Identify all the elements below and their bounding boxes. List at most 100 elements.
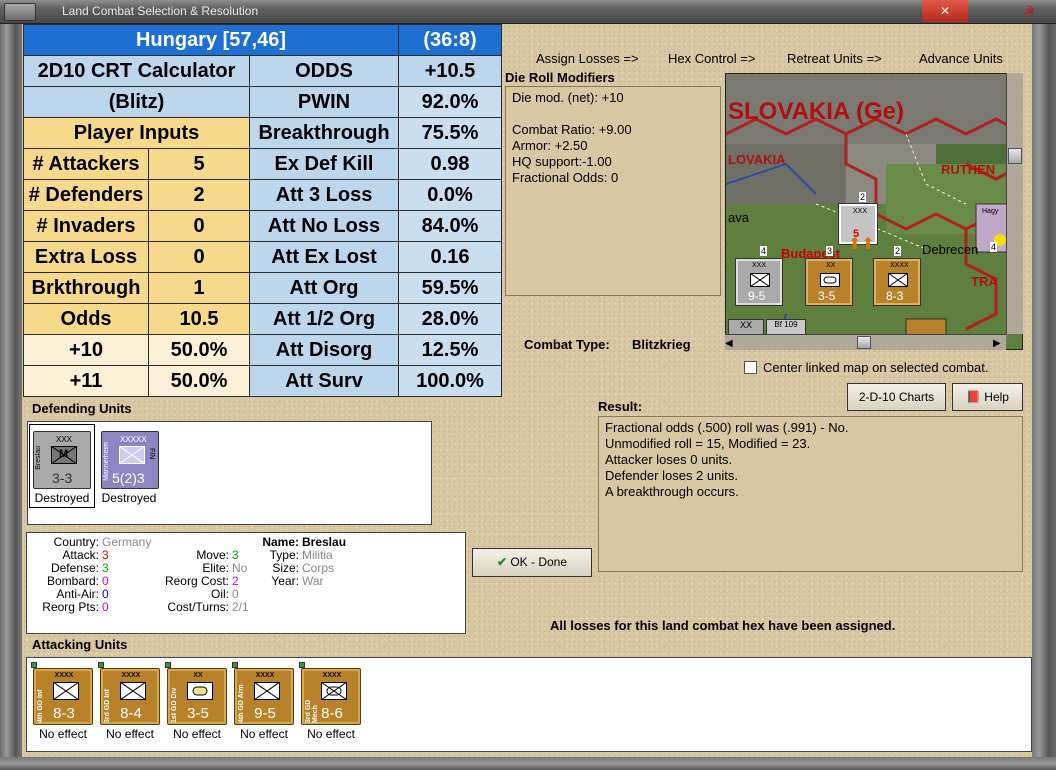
defending-unit-counter[interactable]: XXXXX Mannerheim FIN 5(2)3 [101,431,159,489]
unit-value-label: 8-6 [321,705,343,722]
map-unit-counter[interactable]: XX 3-5 [805,258,853,306]
input-value[interactable]: 2 [148,179,250,211]
map-unit-counter[interactable]: XXX 9-5 [735,258,783,306]
ok-done-label: OK - Done [510,555,568,569]
infantry-icon [254,682,280,700]
country-value: Germany [102,535,152,549]
infantry-icon [53,682,79,700]
close-button[interactable]: ✕ [922,0,968,22]
faction-icon: ☭ [1022,3,1035,19]
unit-status: No effect [307,727,355,741]
unit-name-label: Breslau [35,446,42,470]
calculator-subtitle: (Blitz) [23,86,250,118]
unit-size-label: XXXX [255,672,275,679]
unit-size-label: XXX [56,435,73,444]
die-roll-title: Die Roll Modifiers [505,70,615,85]
center-linked-map-label: Center linked map on selected combat. [763,360,989,375]
unit-status-indicator [165,662,171,668]
unit-size-label: XXXX [890,262,909,269]
charts-button-label: 2-D-10 Charts [858,390,935,404]
crt-calculator-table: Hungary [57,46] (36:8) 2D10 CRT Calculat… [23,24,502,397]
attacking-unit-counter[interactable]: XXXX 4th GD Arm 9-5 [232,662,294,725]
result-label: Att 3 Loss [249,179,399,211]
infantry-icon [119,446,145,464]
result-value: 0.98 [398,148,502,180]
input-value[interactable]: 0 [148,241,250,273]
die-roll-line: HQ support:-1.00 [512,154,612,169]
result-title: Result: [598,399,643,414]
calculator-title: 2D10 CRT Calculator [23,55,250,87]
unit-status-indicator [232,662,238,668]
map-horizontal-scrollbar[interactable]: ◀ ▶ [725,334,1006,350]
system-menu-button[interactable] [4,3,36,21]
result-line: Attacker loses 0 units. [605,452,733,467]
attacking-unit-counter[interactable]: XXXX 4th GD Inf 8-3 [31,662,93,725]
center-linked-map-checkbox[interactable] [744,361,757,374]
linked-map[interactable]: SLOVAKIA (Ge) LOVAKIA RUTHEN ava Budapes… [725,73,1023,350]
retreat-units-step[interactable]: Retreat Units => [787,51,882,66]
input-label: Extra Loss [23,241,149,273]
result-line: Fractional odds (.500) roll was (.991) -… [605,420,849,435]
result-label: Att Disorg [249,334,399,366]
window-title: Land Combat Selection & Resolution [62,4,259,18]
stack-count: 4 [990,242,998,252]
advance-units-step[interactable]: Advance Units [919,51,1003,66]
hex-coords: (36:8) [398,24,502,56]
attacking-unit-counter[interactable]: XX 1st GD Div 3-5 [165,662,227,725]
charts-button[interactable]: 2-D-10 Charts [847,383,946,411]
result-value: 75.5% [398,117,502,149]
map-vertical-scrollbar[interactable] [1006,73,1023,334]
input-label: # Attackers [23,148,149,180]
stack-count: 2 [894,246,902,256]
odds-row-value: 50.0% [148,334,250,366]
map-label: ava [728,210,749,225]
scroll-right-icon[interactable]: ▶ [993,338,1001,349]
player-inputs-header: Player Inputs [23,117,250,149]
window-frame-left [0,24,22,770]
unit-status-indicator [299,662,305,668]
result-line: Unmodified roll = 15, Modified = 23. [605,436,811,451]
unit-size-label: XXXXX [120,435,147,444]
map-label: Hagy [982,208,999,215]
unit-name-label: Mannerheim [103,442,110,481]
map-horizontal-scroll-thumb[interactable] [857,336,871,349]
attacking-unit-counter[interactable]: XXXX 3rd GD Inf 8-4 [98,662,160,725]
result-label: Att Org [249,272,399,304]
hex-control-step[interactable]: Hex Control => [668,51,755,66]
unit-status: Destroyed [34,491,90,505]
unit-size-label: XX [193,672,203,679]
unit-size-label: XXX [853,208,868,215]
die-roll-line: Armor: +2.50 [512,138,588,153]
odds-row-label: +11 [23,365,149,397]
input-value[interactable]: 1 [148,272,250,304]
ok-done-button[interactable]: ✔ OK - Done [472,548,592,577]
infantry-icon [750,273,770,287]
input-label: Odds [23,303,149,335]
map-vertical-scroll-thumb[interactable] [1008,148,1022,164]
result-label: Att Surv [249,365,399,397]
result-label: ODDS [249,55,399,87]
input-label: # Defenders [23,179,149,211]
infantry-icon [888,273,908,287]
result-label: Att 1/2 Org [249,303,399,335]
assign-losses-step[interactable]: Assign Losses => [536,51,639,66]
reorg-points-value: 0 [102,600,109,614]
unit-value-label: 3-5 [818,289,836,303]
unit-status: No effect [106,727,154,741]
combat-type-value: Blitzkrieg [632,337,691,352]
map-unit-counter[interactable]: XXXX 8-3 [873,258,921,306]
result-label: Breakthrough [249,117,399,149]
defending-unit-counter[interactable]: XXX Breslau M 3-3 [33,431,91,489]
attacking-unit-counter[interactable]: XXXX 3rd GD Mech 8-6 [299,662,361,725]
unit-value-label: 3-5 [187,705,209,722]
cost-turns-value: 2/1 [232,600,249,614]
result-value: 28.0% [398,303,502,335]
help-button[interactable]: 📕 Help [952,383,1023,411]
map-label: SLOVAKIA (Ge) [728,98,905,125]
result-value: 0.0% [398,179,502,211]
input-label: Brkthrough [23,272,149,304]
scroll-left-icon[interactable]: ◀ [725,338,733,349]
result-value: 59.5% [398,272,502,304]
input-value[interactable]: 0 [148,210,250,242]
input-value[interactable]: 5 [148,148,250,180]
